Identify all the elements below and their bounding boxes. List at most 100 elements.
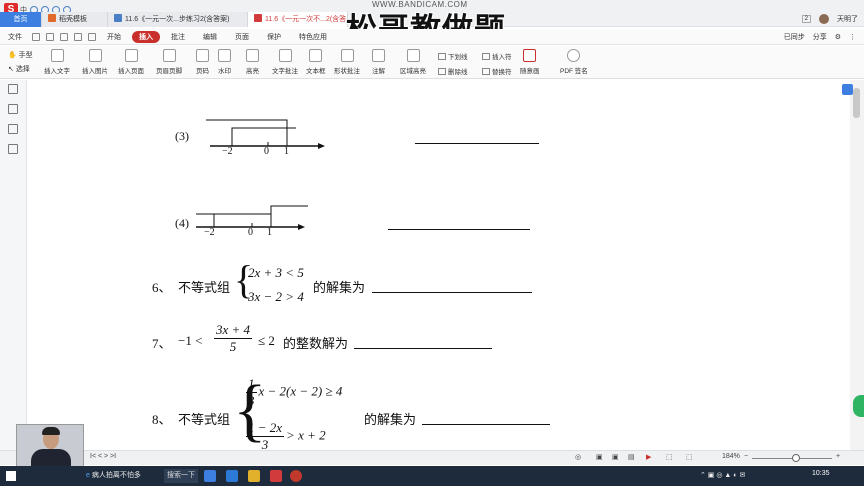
zoom-slider-thumb[interactable] bbox=[792, 454, 800, 462]
button-label: 替换符 bbox=[492, 69, 512, 76]
answer-blank-6[interactable] bbox=[372, 292, 532, 293]
tab-protect[interactable]: 保护 bbox=[260, 31, 288, 43]
save-icon[interactable] bbox=[46, 32, 54, 41]
play-icon[interactable]: ▶ bbox=[646, 453, 651, 461]
number-line-3 bbox=[206, 119, 325, 149]
freehand-button[interactable]: 随意画 bbox=[520, 49, 540, 75]
thumbnails-icon[interactable] bbox=[8, 84, 18, 94]
zoom-level[interactable]: 184% bbox=[722, 453, 740, 460]
fit-width-icon[interactable]: ⬚ bbox=[666, 453, 673, 461]
windows-start-icon[interactable] bbox=[6, 471, 16, 481]
q8-line2-rest: > x + 2 bbox=[286, 427, 326, 443]
q7-lead: −1 < bbox=[178, 333, 203, 348]
floating-assistant-icon[interactable] bbox=[853, 395, 864, 417]
page-navigation[interactable]: I< < > >I bbox=[90, 453, 116, 460]
insert-char-button[interactable]: 插入符 bbox=[482, 51, 512, 61]
insert-page-button[interactable]: 插入页面 bbox=[118, 49, 144, 75]
answer-blank-7[interactable] bbox=[354, 348, 492, 349]
taskbar-clock[interactable]: 10:35 bbox=[812, 470, 830, 477]
annotation-list-icon[interactable] bbox=[8, 124, 18, 134]
underline-button[interactable]: 下划线 bbox=[438, 51, 468, 61]
zoom-out-icon[interactable]: − bbox=[744, 453, 748, 460]
tab-insert[interactable]: 插入 bbox=[132, 30, 160, 43]
attachment-icon[interactable] bbox=[8, 144, 18, 154]
select-tool[interactable]: ↖ 选择 bbox=[8, 64, 33, 74]
pdf-editor-window: S 中 首页 稻壳模板 11.6《一元一次...步练习2(含答案) 11.6《一… bbox=[0, 0, 864, 486]
pen-icon bbox=[523, 49, 537, 62]
scrollbar-thumb[interactable] bbox=[853, 88, 860, 118]
replace-char-icon bbox=[482, 68, 490, 75]
hand-tool[interactable]: ✋ 手型 bbox=[8, 50, 33, 60]
bookmark-icon[interactable] bbox=[8, 104, 18, 114]
tab-comment[interactable]: 批注 bbox=[164, 31, 192, 43]
tab-docer-templates[interactable]: 稻壳模板 bbox=[42, 12, 108, 27]
button-label: 页眉页脚 bbox=[156, 68, 182, 75]
area-highlight-button[interactable]: 区域高亮 bbox=[400, 49, 426, 75]
taskbar-app-ie-icon[interactable] bbox=[226, 470, 238, 482]
insert-image-button[interactable]: 插入图片 bbox=[82, 49, 108, 75]
taskbar-app-recorder-icon[interactable] bbox=[290, 470, 302, 482]
header-footer-button[interactable]: 页眉页脚 bbox=[156, 49, 182, 75]
button-label: 高亮 bbox=[246, 68, 259, 75]
strikethrough-button[interactable]: 删除线 bbox=[438, 66, 468, 76]
more-icon[interactable]: ⋮ bbox=[849, 33, 856, 41]
windows-taskbar: e 病人拍离不怕多 搜索一下 ⌃ ▣ ◎ ▲ ◐ ✉ 10:35 bbox=[0, 466, 864, 486]
text-comment-button[interactable]: 文字批注 bbox=[272, 49, 298, 75]
tab-document-2-active[interactable]: 11.6《一元一次不...2(含答 bbox=[248, 12, 348, 27]
textbox-button[interactable]: 文本框 bbox=[306, 49, 326, 75]
status-bar: I< < > >I ◎ ▣ ▣ ▤ ▶ ⬚ ⬚ 184% − + bbox=[0, 450, 864, 465]
translate-icon[interactable] bbox=[842, 84, 853, 95]
sync-status[interactable]: 已同步 bbox=[784, 32, 805, 42]
q8-frac2-den: 3 bbox=[261, 437, 269, 450]
tab-home[interactable]: 首页 bbox=[0, 12, 42, 27]
taskbar-app-wps-icon[interactable] bbox=[204, 470, 216, 482]
tray-icons[interactable]: ⌃ ▣ ◎ ▲ ◐ ✉ bbox=[700, 469, 745, 483]
q7-tail: ≤ 2 bbox=[258, 333, 275, 348]
continuous-icon[interactable]: ▤ bbox=[628, 453, 635, 461]
button-label: 页码 bbox=[196, 68, 209, 75]
ie-icon: e bbox=[86, 472, 90, 479]
answer-blank-4[interactable] bbox=[388, 229, 530, 230]
tab-count-badge[interactable]: 2 bbox=[801, 15, 811, 23]
q8-suffix: 的解集为 bbox=[364, 413, 417, 428]
q8-frac1-num: 1 bbox=[246, 376, 257, 393]
read-mode-icon[interactable]: ◎ bbox=[575, 453, 581, 461]
open-icon[interactable] bbox=[32, 32, 40, 41]
tab-start[interactable]: 开始 bbox=[100, 31, 128, 43]
tab-page[interactable]: 页面 bbox=[228, 31, 256, 43]
print-icon[interactable] bbox=[60, 32, 68, 41]
annotation-button[interactable]: 注解 bbox=[372, 49, 385, 75]
page-number-button[interactable]: 页码 bbox=[196, 49, 209, 75]
double-page-icon[interactable]: ▣ bbox=[612, 453, 619, 461]
answer-blank-8[interactable] bbox=[422, 424, 550, 425]
zoom-in-icon[interactable]: + bbox=[836, 453, 840, 460]
user-name[interactable]: 天明了 bbox=[837, 14, 858, 24]
undo-icon[interactable] bbox=[74, 32, 82, 41]
answer-blank-3[interactable] bbox=[415, 143, 539, 144]
select-tool-label: 选择 bbox=[15, 66, 30, 73]
insert-text-button[interactable]: 插入文字 bbox=[44, 49, 70, 75]
taskbar-item-browser[interactable]: e 病人拍离不怕多 bbox=[86, 469, 141, 483]
pdf-sign-button[interactable]: PDF 签名 bbox=[560, 49, 588, 75]
taskbar-app-explorer-icon[interactable] bbox=[248, 470, 260, 482]
tab-edit[interactable]: 编辑 bbox=[196, 31, 224, 43]
fit-page-icon[interactable]: ⬚ bbox=[686, 453, 693, 461]
shape-comment-button[interactable]: 形状批注 bbox=[334, 49, 360, 75]
button-label: 删除线 bbox=[448, 69, 468, 76]
watermark-button[interactable]: 水印 bbox=[218, 49, 231, 75]
docer-icon bbox=[48, 14, 56, 22]
file-menu[interactable]: 文件 bbox=[8, 32, 22, 42]
replace-char-button[interactable]: 替换符 bbox=[482, 66, 512, 76]
settings-icon[interactable]: ⚙ bbox=[835, 33, 841, 41]
document-tabs: 首页 稻壳模板 11.6《一元一次...步练习2(含答案) 11.6《一元一次不… bbox=[0, 12, 348, 27]
highlight-button[interactable]: 高亮 bbox=[246, 49, 259, 75]
user-avatar[interactable] bbox=[819, 14, 829, 24]
tab-features[interactable]: 特色应用 bbox=[292, 31, 334, 43]
taskbar-app-pdf-icon[interactable] bbox=[270, 470, 282, 482]
redo-icon[interactable] bbox=[88, 32, 96, 41]
single-page-icon[interactable]: ▣ bbox=[596, 453, 603, 461]
tab-document-1[interactable]: 11.6《一元一次...步练习2(含答案) bbox=[108, 12, 248, 27]
q6-line2: 3x − 2 > 4 bbox=[248, 289, 304, 304]
share-button[interactable]: 分享 bbox=[813, 32, 827, 42]
taskbar-search[interactable]: 搜索一下 bbox=[164, 469, 198, 483]
